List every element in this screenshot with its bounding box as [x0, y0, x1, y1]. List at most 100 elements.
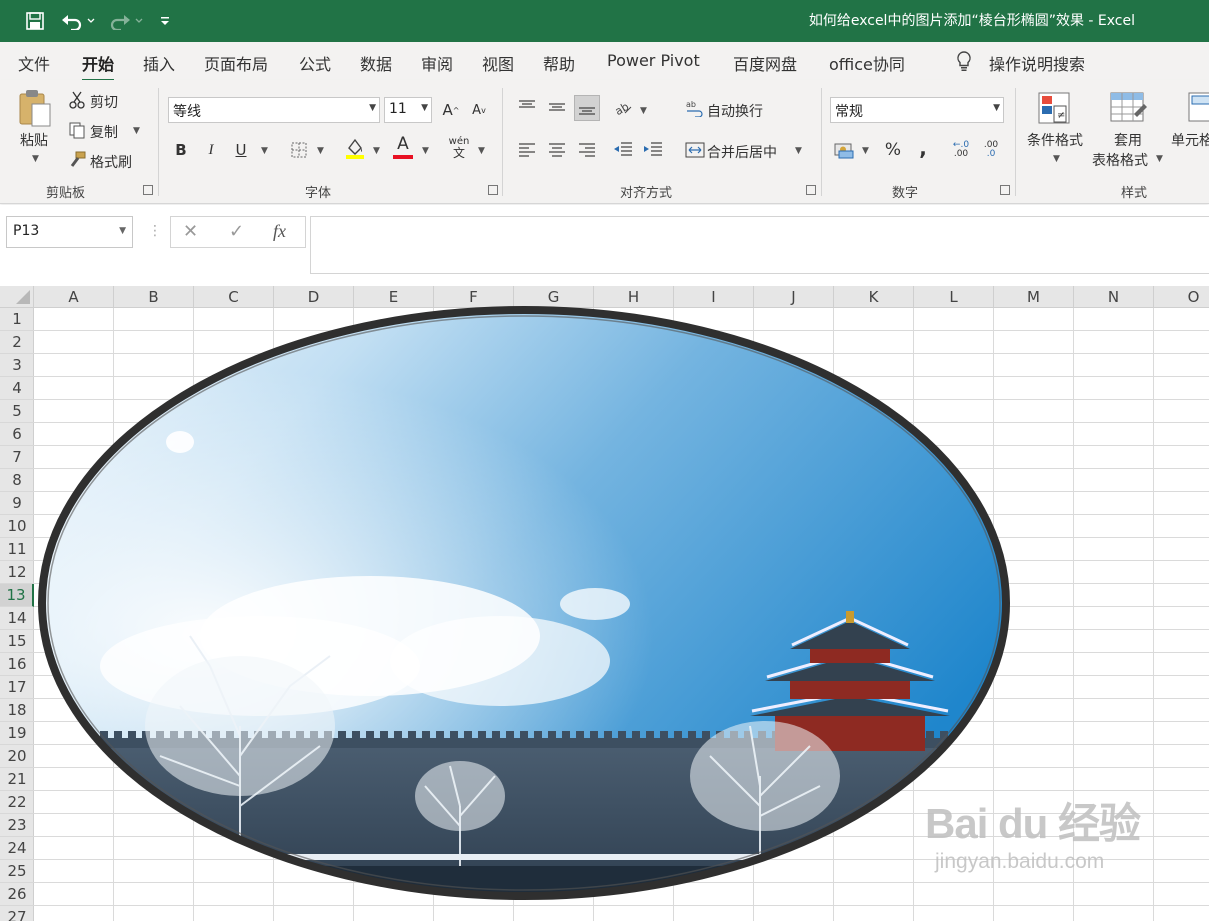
accounting-dropdown-icon[interactable]: ▼ — [862, 146, 869, 156]
row-header[interactable]: 9 — [0, 492, 34, 515]
tab-office-collab[interactable]: office协同 — [829, 51, 905, 75]
copy-icon[interactable] — [64, 117, 90, 143]
row-header[interactable]: 23 — [0, 814, 34, 837]
cut-button[interactable]: 剪切 — [90, 92, 118, 112]
row-header[interactable]: 14 — [0, 607, 34, 630]
redo-icon[interactable] — [106, 9, 146, 33]
row-header[interactable]: 25 — [0, 860, 34, 883]
column-header[interactable]: L — [914, 286, 994, 308]
merge-center-button[interactable]: 合并后居中 — [707, 142, 777, 162]
column-header[interactable]: A — [34, 286, 114, 308]
cut-icon[interactable] — [64, 87, 90, 113]
column-header[interactable]: E — [354, 286, 434, 308]
increase-indent-icon[interactable] — [640, 137, 666, 163]
lightbulb-icon[interactable] — [955, 50, 973, 76]
tab-power-pivot[interactable]: Power Pivot — [607, 51, 700, 70]
enter-icon[interactable]: ✓ — [229, 221, 244, 242]
tell-me-search[interactable]: 操作说明搜索 — [989, 51, 1085, 75]
row-header[interactable]: 1 — [0, 308, 34, 331]
column-header[interactable]: B — [114, 286, 194, 308]
row-header[interactable]: 17 — [0, 676, 34, 699]
row-header[interactable]: 6 — [0, 423, 34, 446]
font-size-combo[interactable]: 11 ▼ — [384, 97, 432, 123]
tab-review[interactable]: 审阅 — [421, 51, 453, 75]
number-format-combo[interactable]: 常规 ▼ — [830, 97, 1004, 123]
merge-center-icon[interactable] — [682, 137, 708, 163]
row-header[interactable]: 3 — [0, 354, 34, 377]
font-name-combo[interactable]: 等线 ▼ — [168, 97, 380, 123]
row-header[interactable]: 2 — [0, 331, 34, 354]
phonetic-button[interactable]: wén 文 — [446, 135, 472, 161]
row-header[interactable]: 12 — [0, 561, 34, 584]
decrease-font-icon[interactable]: Av — [466, 97, 492, 123]
align-middle-icon[interactable] — [544, 95, 570, 121]
row-header[interactable]: 22 — [0, 791, 34, 814]
row-header[interactable]: 21 — [0, 768, 34, 791]
row-header[interactable]: 18 — [0, 699, 34, 722]
tab-help[interactable]: 帮助 — [543, 51, 575, 75]
column-header[interactable]: G — [514, 286, 594, 308]
wrap-text-button[interactable]: 自动换行 — [707, 101, 763, 121]
align-right-icon[interactable] — [574, 137, 600, 163]
italic-button[interactable]: I — [198, 137, 224, 163]
customize-icon[interactable] — [156, 9, 174, 33]
number-launcher-icon[interactable] — [1000, 185, 1010, 195]
bold-button[interactable]: B — [168, 137, 194, 163]
column-header[interactable]: N — [1074, 286, 1154, 308]
paste-dropdown-icon[interactable]: ▼ — [32, 154, 39, 164]
copy-dropdown-icon[interactable]: ▼ — [133, 126, 140, 136]
row-header[interactable]: 19 — [0, 722, 34, 745]
column-header[interactable]: O — [1154, 286, 1209, 308]
bevel-ellipse-picture[interactable] — [30, 306, 1020, 906]
row-header[interactable]: 13 — [0, 584, 34, 607]
phonetic-dropdown-icon[interactable]: ▼ — [478, 146, 485, 156]
format-as-table-dropdown-icon[interactable]: ▼ — [1156, 154, 1163, 164]
fill-color-dropdown-icon[interactable]: ▼ — [373, 146, 380, 156]
row-header[interactable]: 26 — [0, 883, 34, 906]
select-all-button[interactable] — [0, 286, 34, 308]
tab-view[interactable]: 视图 — [482, 51, 514, 75]
tab-insert[interactable]: 插入 — [143, 51, 175, 75]
undo-icon[interactable] — [58, 9, 98, 33]
conditional-format-button[interactable]: ≠ 条件格式 ▼ — [1024, 90, 1090, 178]
font-color-dropdown-icon[interactable]: ▼ — [422, 146, 429, 156]
fill-color-icon[interactable] — [342, 135, 368, 161]
format-painter-button[interactable]: 格式刷 — [90, 152, 132, 172]
orientation-icon[interactable]: ab — [610, 95, 636, 121]
row-header[interactable]: 4 — [0, 377, 34, 400]
tab-baidu-netdisk[interactable]: 百度网盘 — [733, 51, 797, 75]
copy-button[interactable]: 复制 — [90, 122, 118, 142]
paste-button[interactable]: 粘贴 ▼ — [14, 88, 58, 178]
comma-button[interactable]: , — [910, 135, 936, 161]
column-header[interactable]: C — [194, 286, 274, 308]
row-header[interactable]: 24 — [0, 837, 34, 860]
percent-button[interactable]: % — [880, 137, 906, 163]
column-header[interactable]: K — [834, 286, 914, 308]
tab-file[interactable]: 文件 — [18, 51, 50, 75]
row-header[interactable]: 8 — [0, 469, 34, 492]
column-header[interactable]: I — [674, 286, 754, 308]
align-top-icon[interactable] — [514, 95, 540, 121]
save-icon[interactable] — [22, 9, 48, 33]
wrap-text-icon[interactable]: ab — [682, 95, 708, 121]
merge-dropdown-icon[interactable]: ▼ — [795, 146, 802, 156]
row-header[interactable]: 11 — [0, 538, 34, 561]
increase-font-icon[interactable]: A ^ — [438, 97, 464, 123]
row-header[interactable]: 16 — [0, 653, 34, 676]
format-as-table-button[interactable]: 套用 表格格式 ▼ — [1090, 90, 1164, 178]
alignment-launcher-icon[interactable] — [806, 185, 816, 195]
row-header[interactable]: 20 — [0, 745, 34, 768]
border-dropdown-icon[interactable]: ▼ — [317, 146, 324, 156]
formula-bar-grip-icon[interactable]: ⋮ — [148, 223, 162, 239]
tab-data[interactable]: 数据 — [360, 51, 392, 75]
column-header[interactable]: D — [274, 286, 354, 308]
column-header[interactable]: F — [434, 286, 514, 308]
format-painter-icon[interactable] — [64, 147, 90, 173]
tab-home[interactable]: 开始 — [82, 51, 115, 82]
accounting-format-icon[interactable] — [832, 137, 858, 163]
underline-dropdown-icon[interactable]: ▼ — [261, 146, 268, 156]
font-launcher-icon[interactable] — [488, 185, 498, 195]
clipboard-launcher-icon[interactable] — [143, 185, 153, 195]
decrease-decimal-button[interactable]: .00.0 — [978, 137, 1004, 163]
name-box[interactable]: P13 ▼ — [6, 216, 133, 248]
